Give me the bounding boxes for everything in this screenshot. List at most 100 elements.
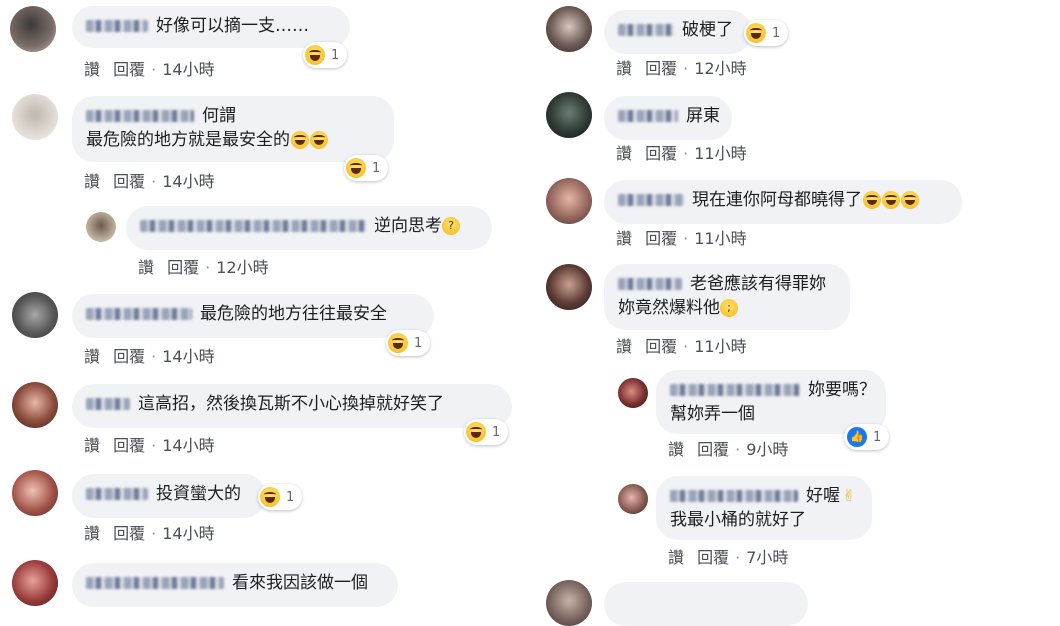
reply-link[interactable]: 回覆: [113, 436, 145, 455]
comment-actions: 讚 回覆 · 12小時: [138, 258, 269, 277]
reply-link[interactable]: 回覆: [113, 60, 145, 79]
like-link[interactable]: 讚: [668, 548, 684, 567]
comment-bubble: 現在連你阿母都曉得了: [604, 180, 962, 224]
avatar[interactable]: [618, 484, 648, 514]
commenter-name[interactable]: [140, 220, 366, 232]
comment-text: 破梗了: [682, 20, 733, 40]
avatar[interactable]: [12, 382, 58, 428]
like-link[interactable]: 讚: [616, 229, 632, 248]
laugh-emoji-icon: [291, 131, 309, 149]
comment-bubble: 看來我因該做一個: [72, 563, 398, 607]
avatar[interactable]: [546, 580, 592, 626]
reply-link[interactable]: 回覆: [113, 347, 145, 366]
avatar[interactable]: [12, 470, 58, 516]
like-link[interactable]: 讚: [84, 347, 100, 366]
commenter-name[interactable]: [670, 490, 798, 502]
comment-bubble: 何謂 最危險的地方就是最安全的: [72, 96, 394, 162]
reply-link[interactable]: 回覆: [645, 144, 677, 163]
laugh-emoji-icon: [305, 45, 325, 65]
comment-bubble: 好像可以摘一支……: [72, 6, 350, 48]
reaction-count[interactable]: 1: [344, 155, 389, 181]
commenter-name[interactable]: [86, 577, 224, 589]
reply-link[interactable]: 回覆: [697, 548, 729, 567]
comment-text: 屏東: [686, 106, 720, 126]
comment-bubble: 老爸應該有得罪妳 妳竟然爆料他;: [604, 264, 850, 330]
laugh-emoji-icon: [346, 158, 366, 178]
comment-text-line1: 妳要嗎？: [808, 380, 876, 400]
comment-text-line2: 我最小桶的就好了: [670, 510, 806, 530]
commenter-name[interactable]: [618, 278, 682, 290]
ok-hand-emoji-icon: ✌: [842, 486, 856, 505]
commenter-name[interactable]: [618, 110, 678, 122]
timestamp[interactable]: 11小時: [694, 144, 746, 163]
timestamp[interactable]: 12小時: [694, 59, 746, 78]
avatar[interactable]: [546, 92, 592, 138]
commenter-name[interactable]: [86, 20, 148, 32]
like-link[interactable]: 讚: [84, 172, 100, 191]
laugh-emoji-icon: [466, 422, 486, 442]
timestamp[interactable]: 11小時: [694, 337, 746, 356]
comment-text: 最危險的地方往往最安全: [200, 304, 387, 324]
reply-link[interactable]: 回覆: [645, 337, 677, 356]
comment-text-line1: 好喔: [806, 486, 840, 506]
comment-actions: 讚 回覆 · 14小時: [84, 172, 215, 191]
timestamp[interactable]: 12小時: [216, 258, 268, 277]
reaction-count[interactable]: 1: [303, 42, 348, 68]
avatar[interactable]: [546, 178, 592, 224]
comment-text-line2: 妳竟然爆料他: [618, 298, 720, 318]
timestamp[interactable]: 14小時: [162, 524, 214, 543]
like-link[interactable]: 讚: [616, 59, 632, 78]
avatar[interactable]: [546, 6, 592, 52]
laugh-emoji-icon: [310, 131, 328, 149]
reply-link[interactable]: 回覆: [645, 229, 677, 248]
comment-actions: 讚 回覆 · 14小時: [84, 436, 215, 455]
avatar[interactable]: [12, 94, 58, 140]
like-link[interactable]: 讚: [616, 144, 632, 163]
timestamp[interactable]: 7小時: [746, 548, 788, 567]
timestamp[interactable]: 11小時: [694, 229, 746, 248]
reply-link[interactable]: 回覆: [645, 59, 677, 78]
avatar[interactable]: [546, 264, 592, 310]
reaction-count[interactable]: 1: [386, 330, 431, 356]
avatar[interactable]: [12, 292, 58, 338]
avatar[interactable]: [12, 560, 58, 606]
reply-link[interactable]: 回覆: [113, 172, 145, 191]
comment-actions: 讚 回覆 · 9小時: [668, 440, 789, 459]
comment-text: 逆向思考: [374, 216, 442, 236]
avatar[interactable]: [618, 378, 648, 408]
reaction-count[interactable]: 👍 1: [844, 424, 890, 450]
timestamp[interactable]: 14小時: [162, 436, 214, 455]
commenter-name[interactable]: [86, 398, 130, 410]
comment-bubble: [604, 582, 808, 626]
reply-link[interactable]: 回覆: [113, 524, 145, 543]
avatar[interactable]: [86, 212, 116, 242]
comment-text: 投資蠻大的: [156, 484, 241, 504]
commenter-name[interactable]: [86, 488, 148, 500]
comment-actions: 讚 回覆 · 11小時: [616, 229, 747, 248]
timestamp[interactable]: 14小時: [162, 60, 214, 79]
like-link[interactable]: 讚: [84, 60, 100, 79]
timestamp[interactable]: 14小時: [162, 347, 214, 366]
commenter-name[interactable]: [618, 24, 674, 36]
like-link[interactable]: 讚: [84, 436, 100, 455]
reaction-count[interactable]: 1: [258, 484, 303, 510]
reply-link[interactable]: 回覆: [167, 258, 199, 277]
commenter-name[interactable]: [618, 194, 684, 206]
commenter-name[interactable]: [86, 308, 192, 320]
laugh-emoji-icon: [882, 191, 900, 209]
reply-link[interactable]: 回覆: [697, 440, 729, 459]
commenter-name[interactable]: [86, 110, 194, 122]
comment-bubble: 最危險的地方往往最安全: [72, 294, 434, 338]
reaction-count[interactable]: 1: [744, 20, 789, 46]
laugh-emoji-icon: [746, 23, 766, 43]
timestamp[interactable]: 14小時: [162, 172, 214, 191]
timestamp[interactable]: 9小時: [746, 440, 788, 459]
like-link[interactable]: 讚: [668, 440, 684, 459]
reaction-count[interactable]: 1: [464, 419, 509, 445]
comment-text: 看來我因該做一個: [232, 573, 368, 593]
avatar[interactable]: [10, 6, 56, 52]
like-link[interactable]: 讚: [138, 258, 154, 277]
like-link[interactable]: 讚: [616, 337, 632, 356]
like-link[interactable]: 讚: [84, 524, 100, 543]
commenter-name[interactable]: [670, 384, 800, 396]
